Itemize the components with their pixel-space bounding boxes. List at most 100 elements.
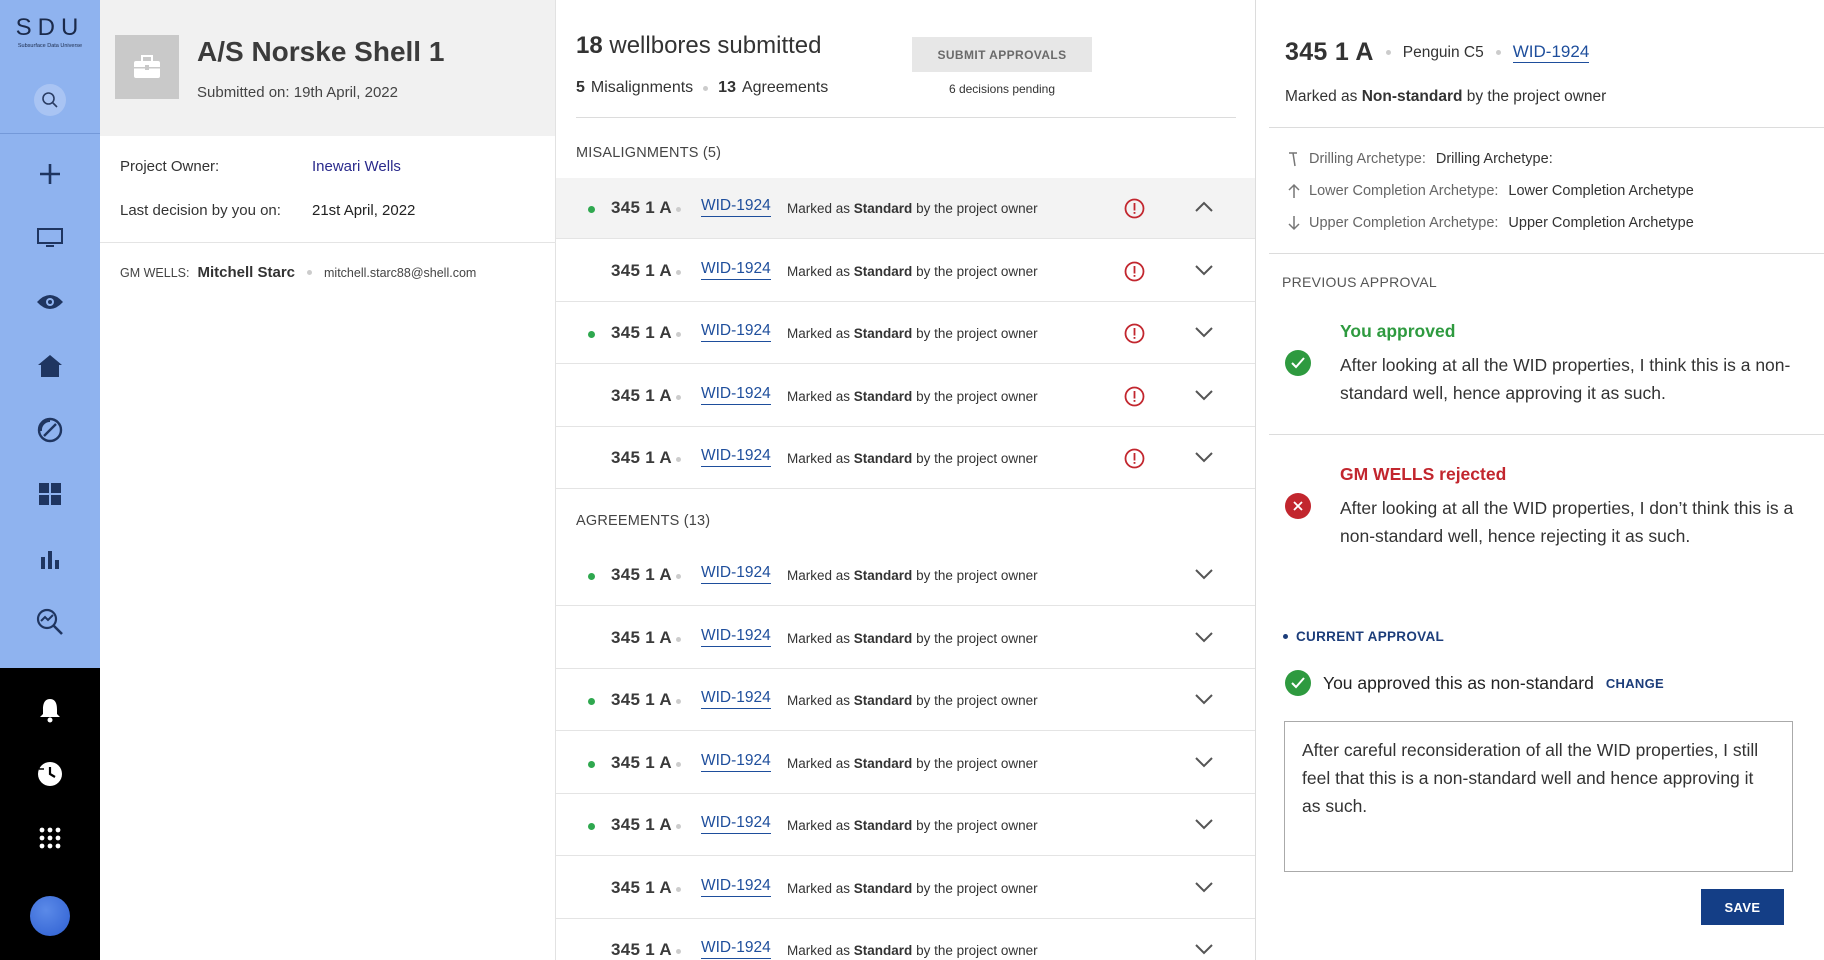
wellbore-name: 345 1 A	[1285, 38, 1374, 66]
chevron-down-icon[interactable]	[1194, 567, 1214, 581]
divider	[1269, 434, 1824, 435]
divider	[1269, 253, 1824, 254]
wellbore-count-label: wellbores submitted	[609, 32, 822, 59]
row-status-value: Standard	[853, 818, 913, 833]
status-dot	[588, 698, 595, 705]
save-button[interactable]: SAVE	[1701, 889, 1784, 925]
wellbore-row[interactable]: 345 1 A WID-1924 Marked as Standard by the…	[556, 608, 1255, 669]
wid-link[interactable]: WID-1924	[701, 627, 771, 647]
wellbore-row[interactable]: 345 1 A WID-1924 Marked as Standard by the…	[556, 733, 1255, 794]
row-status: Marked as Standard by the project owner	[787, 264, 1038, 279]
upper-completion-row: Upper Completion Archetype: Upper Comple…	[1287, 215, 1694, 231]
chevron-down-icon[interactable]	[1194, 755, 1214, 769]
row-status-suffix: by the project owner	[916, 388, 1038, 404]
row-status-prefix: Marked as	[787, 326, 851, 341]
wellbore-name: 345 1 A	[611, 385, 673, 405]
row-status-suffix: by the project owner	[916, 568, 1038, 583]
pending-decisions: 6 decisions pending	[948, 82, 1056, 96]
chevron-down-icon[interactable]	[1194, 388, 1214, 402]
rail-divider	[0, 133, 100, 134]
wellbore-name: 345 1 A	[611, 260, 673, 280]
separator-dot	[703, 85, 709, 91]
wellbore-row[interactable]: 345 1 A WID-1924 Marked as Standard by the…	[556, 920, 1255, 960]
chevron-down-icon[interactable]	[1194, 325, 1214, 339]
marked-status: Marked as Non-standard by the project ow…	[1285, 88, 1606, 106]
chevron-down-icon[interactable]	[1194, 630, 1214, 644]
row-status: Marked as Standard by the project owner	[787, 881, 1038, 896]
separator-dot	[307, 270, 312, 275]
wid-link[interactable]: WID-1924	[701, 939, 771, 959]
row-status: Marked as Standard by the project owner	[787, 389, 1038, 404]
archetype-key: Drilling Archetype:	[1309, 151, 1426, 167]
marked-prefix: Marked as	[1285, 88, 1358, 105]
misalignment-label: Misalignments	[590, 79, 694, 96]
status-dot	[588, 206, 595, 213]
alert-icon	[1124, 386, 1145, 407]
wid-link[interactable]: WID-1924	[701, 447, 771, 467]
chevron-down-icon[interactable]	[1194, 692, 1214, 706]
wid-link[interactable]: WID-1924	[701, 752, 771, 772]
chevron-down-icon[interactable]	[1194, 817, 1214, 831]
row-status: Marked as Standard by the project owner	[787, 756, 1038, 771]
wellbore-row[interactable]: 345 1 A WID-1924 Marked as Standard by the…	[556, 241, 1255, 302]
bell-icon[interactable]	[34, 694, 66, 726]
wellbore-count: 18	[576, 32, 603, 59]
list-title: 18 wellbores submitted	[576, 32, 821, 60]
analytics-search-icon[interactable]	[34, 606, 66, 638]
lower-completion-row: Lower Completion Archetype: Lower Comple…	[1287, 183, 1694, 199]
approval-comment-field[interactable]: After careful reconsideration of all the…	[1284, 721, 1793, 872]
bar-chart-icon[interactable]	[34, 542, 66, 574]
gm-wells-email[interactable]: mitchell.starc88@shell.com	[324, 266, 476, 280]
row-status-suffix: by the project owner	[916, 263, 1038, 279]
alert-icon	[1124, 198, 1145, 219]
chevron-down-icon[interactable]	[1194, 880, 1214, 894]
wellbore-row[interactable]: 345 1 A WID-1924 Marked as Standard by the…	[556, 178, 1255, 239]
wid-link[interactable]: WID-1924	[701, 814, 771, 834]
eye-icon[interactable]	[34, 286, 66, 318]
wellbore-row[interactable]: 345 1 A WID-1924 Marked as Standard by the…	[556, 670, 1255, 731]
wid-link[interactable]: WID-1924	[701, 322, 771, 342]
misalignment-count: 5	[576, 79, 585, 96]
apps-icon[interactable]	[34, 822, 66, 854]
plus-icon[interactable]	[34, 158, 66, 190]
wid-link[interactable]: WID-1924	[701, 385, 771, 405]
avatar[interactable]	[30, 896, 70, 936]
project-owner-link[interactable]: Inewari Wells	[312, 158, 401, 175]
chevron-down-icon[interactable]	[1194, 263, 1214, 277]
gauge-icon[interactable]	[34, 414, 66, 446]
status-dot	[588, 823, 595, 830]
monitor-icon[interactable]	[34, 222, 66, 254]
wellbore-row[interactable]: 345 1 A WID-1924 Marked as Standard by the…	[556, 303, 1255, 364]
wid-link[interactable]: WID-1924	[1512, 42, 1590, 63]
row-status-prefix: Marked as	[787, 755, 851, 771]
archetype-key: Lower Completion Archetype:	[1309, 183, 1499, 199]
history-icon[interactable]	[34, 758, 66, 790]
change-button[interactable]: CHANGE	[1606, 676, 1664, 691]
app-logo[interactable]: SDU Subsurface Data Universe	[0, 14, 100, 49]
alert-icon	[1124, 261, 1145, 282]
wellbore-list-panel: 18 wellbores submitted 5 Misalignments 1…	[556, 0, 1256, 960]
search-icon[interactable]	[34, 84, 66, 116]
home-icon[interactable]	[34, 350, 66, 382]
wid-link[interactable]: WID-1924	[701, 197, 771, 217]
row-status-suffix: by the project owner	[916, 326, 1038, 341]
wid-link[interactable]: WID-1924	[701, 689, 771, 709]
wid-link[interactable]: WID-1924	[701, 564, 771, 584]
wellbore-row[interactable]: 345 1 A WID-1924 Marked as Standard by the…	[556, 858, 1255, 919]
wellbore-row[interactable]: 345 1 A WID-1924 Marked as Standard by the…	[556, 545, 1255, 606]
separator-dot	[1495, 50, 1501, 55]
separator-dot	[676, 574, 681, 579]
wellbore-row[interactable]: 345 1 A WID-1924 Marked as Standard by the…	[556, 428, 1255, 489]
arrow-up-icon	[1288, 183, 1300, 198]
chevron-down-icon[interactable]	[1194, 942, 1214, 956]
submit-approvals-button[interactable]: SUBMIT APPROVALS	[912, 37, 1092, 72]
wellbore-row[interactable]: 345 1 A WID-1924 Marked as Standard by the…	[556, 795, 1255, 856]
row-status: Marked as Standard by the project owner	[787, 943, 1038, 958]
chevron-up-icon[interactable]	[1194, 200, 1214, 214]
wid-link[interactable]: WID-1924	[701, 260, 771, 280]
row-status-value: Standard	[853, 451, 913, 466]
wid-link[interactable]: WID-1924	[701, 877, 771, 897]
grid-icon[interactable]	[34, 478, 66, 510]
wellbore-row[interactable]: 345 1 A WID-1924 Marked as Standard by the…	[556, 366, 1255, 427]
chevron-down-icon[interactable]	[1194, 450, 1214, 464]
